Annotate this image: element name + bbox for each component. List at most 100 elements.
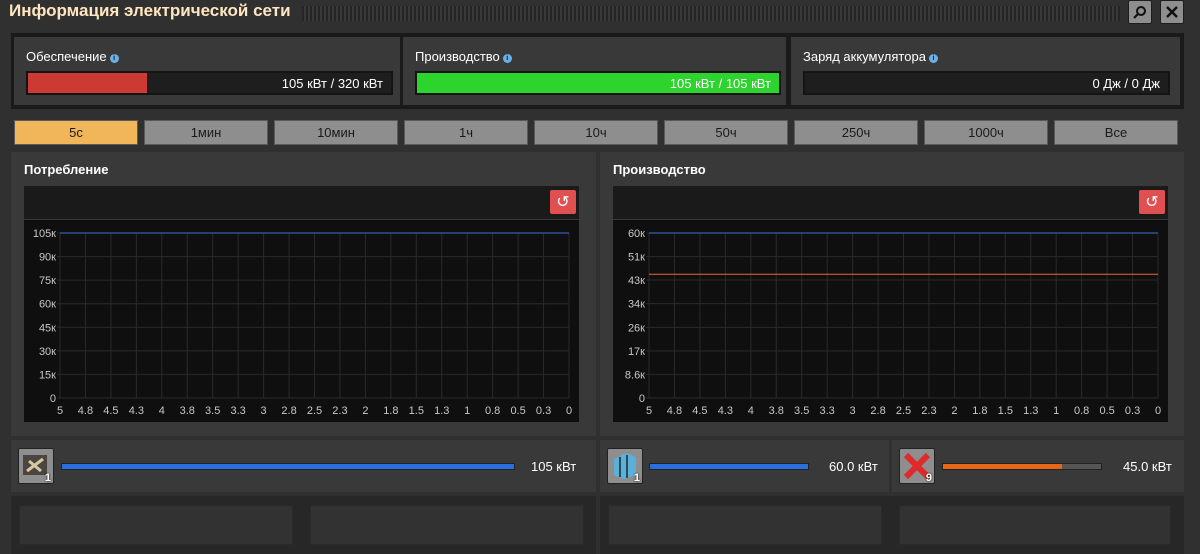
- accumulator-label: Заряд аккумулятора: [803, 49, 926, 64]
- tab-3[interactable]: 1ч: [404, 120, 528, 145]
- x-tick-label: 3.8: [769, 405, 784, 417]
- tab-0[interactable]: 5с: [14, 120, 138, 145]
- accumulator-bar: 0 Дж / 0 Дж: [803, 71, 1170, 95]
- x-tick-label: 2.3: [332, 405, 347, 417]
- x-tick-label: 2.8: [870, 405, 885, 417]
- chart-background: [24, 220, 579, 422]
- close-icon: [1166, 6, 1178, 18]
- consumption-toolbar: ↺: [24, 186, 579, 219]
- y-tick-label: 75к: [39, 275, 56, 287]
- producer-count: 1: [633, 472, 640, 484]
- y-tick-label: 0: [639, 393, 645, 405]
- production-value: 105 кВт / 105 кВт: [669, 76, 771, 91]
- tab-8[interactable]: Все: [1054, 120, 1178, 145]
- chart-background: [613, 220, 1168, 422]
- satisfaction-bar: 105 кВт / 320 кВт: [26, 71, 393, 95]
- producer-item-button[interactable]: 1: [607, 448, 643, 484]
- x-tick-label: 3: [261, 405, 267, 417]
- tab-2[interactable]: 10мин: [274, 120, 398, 145]
- empty-slot: [310, 505, 584, 545]
- x-tick-label: 4.8: [78, 405, 93, 417]
- producer-row-solar: 1 60.0 кВт: [600, 440, 889, 492]
- satisfaction-stat: Обеспечение i 105 кВт / 320 кВт: [14, 37, 400, 105]
- empty-slot: [899, 505, 1171, 545]
- x-tick-label: 2: [951, 405, 957, 417]
- production-stat: Производство i 105 кВт / 105 кВт: [403, 37, 786, 105]
- producer-item-button[interactable]: 9: [899, 448, 935, 484]
- tab-4[interactable]: 10ч: [534, 120, 658, 145]
- tab-5[interactable]: 50ч: [664, 120, 788, 145]
- y-tick-label: 26к: [628, 322, 645, 334]
- x-tick-label: 3.5: [794, 405, 809, 417]
- x-tick-label: 3.3: [820, 405, 835, 417]
- reset-icon: ↺: [1145, 194, 1159, 211]
- consumption-title: Потребление: [24, 162, 109, 177]
- reset-icon: ↺: [556, 194, 570, 211]
- producer-count: 9: [925, 472, 932, 484]
- consumer-value: 105 кВт: [531, 459, 577, 474]
- x-tick-label: 4.8: [667, 405, 682, 417]
- producer-value: 45.0 кВт: [1123, 459, 1172, 474]
- x-tick-label: 1.8: [972, 405, 987, 417]
- y-tick-label: 60к: [628, 228, 645, 240]
- x-tick-label: 5: [646, 405, 652, 417]
- tab-1[interactable]: 1мин: [144, 120, 268, 145]
- x-tick-label: 1.8: [383, 405, 398, 417]
- y-tick-label: 105к: [33, 228, 56, 240]
- x-tick-label: 4.5: [103, 405, 118, 417]
- x-tick-label: 0: [1155, 405, 1161, 417]
- y-tick-label: 0: [50, 393, 56, 405]
- x-tick-label: 1.3: [1023, 405, 1038, 417]
- production-chart: 5 4.8 4.5 4.3 4 3.8 3.5 3.3 3 2.8 2.5 2.3 2 1.8 1.5 1.3…: [613, 220, 1168, 422]
- x-tick-label: 0.8: [1074, 405, 1089, 417]
- accumulator-stat: Заряд аккумулятора i 0 Дж / 0 Дж: [791, 37, 1180, 105]
- drag-handle[interactable]: [302, 6, 1120, 21]
- y-tick-label: 17к: [628, 346, 645, 358]
- producer-value: 60.0 кВт: [829, 459, 878, 474]
- info-icon[interactable]: i: [928, 54, 938, 63]
- x-tick-label: 2.5: [896, 405, 911, 417]
- production-reset-button[interactable]: ↺: [1139, 190, 1165, 214]
- consumer-bar-fill: [62, 464, 514, 469]
- x-tick-label: 4: [748, 405, 754, 417]
- y-tick-label: 8.6к: [625, 369, 645, 381]
- x-tick-label: 4.3: [129, 405, 144, 417]
- x-tick-label: 1.5: [998, 405, 1013, 417]
- x-tick-label: 3.5: [205, 405, 220, 417]
- consumer-item-button[interactable]: 1: [18, 448, 54, 484]
- production-panel: Производство ↺ 5 4.8 4.5 4.3 4 3.8 3.5 3.3 3 2.8 2…: [600, 152, 1184, 436]
- x-tick-label: 0.3: [536, 405, 551, 417]
- y-tick-label: 43к: [628, 275, 645, 287]
- producer-bar-fill: [650, 464, 808, 469]
- consumption-chart: 5 4.8 4.5 4.3 4 3.8 3.5 3.3 3 2.8 2.5 2.3 2 1.8 1.5 1.3…: [24, 220, 579, 422]
- x-tick-label: 2.3: [921, 405, 936, 417]
- production-bar: 105 кВт / 105 кВт: [415, 71, 781, 95]
- x-tick-label: 2.5: [307, 405, 322, 417]
- y-tick-label: 30к: [39, 346, 56, 358]
- tab-7[interactable]: 1000ч: [924, 120, 1048, 145]
- x-tick-label: 0.5: [510, 405, 525, 417]
- search-button[interactable]: [1128, 0, 1152, 24]
- close-button[interactable]: [1160, 0, 1184, 24]
- info-icon[interactable]: i: [502, 54, 512, 63]
- consumption-panel: Потребление ↺ 5 4.8 4.5 4.3 4 3.8 3.5 3.3 3 2.8 2.…: [11, 152, 596, 436]
- x-tick-label: 1: [464, 405, 470, 417]
- consumption-reset-button[interactable]: ↺: [550, 190, 576, 214]
- empty-slot: [608, 505, 882, 545]
- x-tick-label: 4.5: [692, 405, 707, 417]
- production-title: Производство: [613, 162, 706, 177]
- x-tick-label: 0.5: [1099, 405, 1114, 417]
- search-icon: [1133, 6, 1146, 19]
- x-tick-label: 3.3: [231, 405, 246, 417]
- producer-bar-fill: [943, 464, 1062, 469]
- info-icon[interactable]: i: [109, 54, 119, 63]
- tab-6[interactable]: 250ч: [794, 120, 918, 145]
- x-tick-label: 4.3: [718, 405, 733, 417]
- x-tick-label: 3: [850, 405, 856, 417]
- x-tick-label: 2: [362, 405, 368, 417]
- consumer-bar: [61, 463, 515, 470]
- x-tick-label: 0.3: [1125, 405, 1140, 417]
- x-tick-label: 4: [159, 405, 165, 417]
- x-tick-label: 1.5: [409, 405, 424, 417]
- x-tick-label: 0: [566, 405, 572, 417]
